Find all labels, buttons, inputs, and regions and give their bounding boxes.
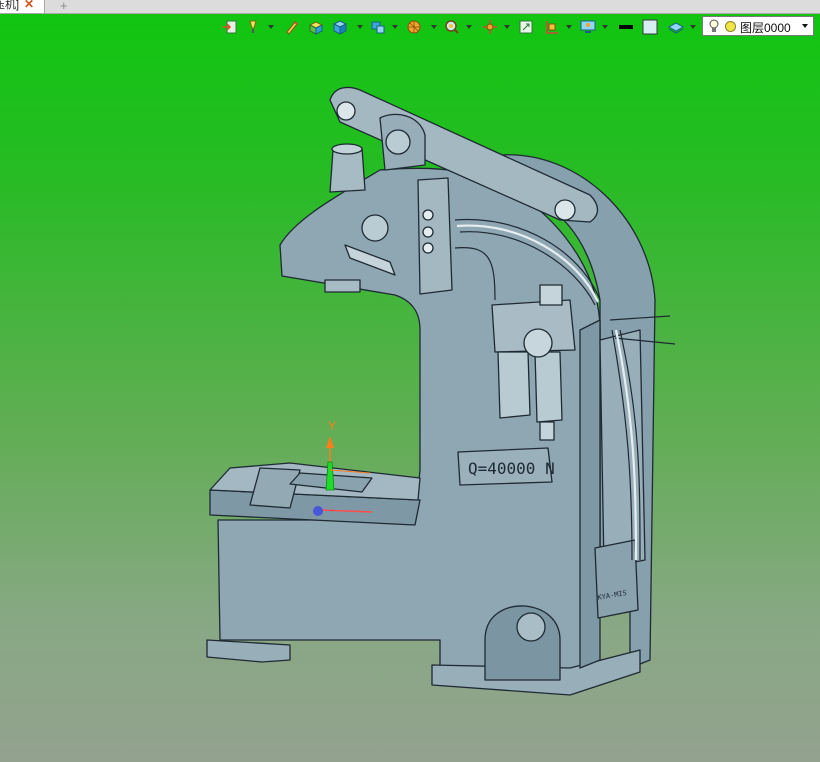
fill-color-icon [642,19,658,35]
chevron-down-icon [268,25,274,29]
multi-view-icon [371,21,385,34]
layer-select[interactable]: 图层0000 [702,16,814,36]
pencil-button[interactable] [282,16,304,38]
chevron-down-icon[interactable] [802,24,808,28]
bulb-icon [709,19,719,32]
highlight-button[interactable] [244,16,274,38]
cube-view-icon [332,20,348,35]
shaded-edges-button[interactable] [306,16,328,38]
line-color-icon [619,25,633,29]
section-button[interactable] [542,16,572,38]
import-button[interactable] [220,16,242,38]
y-axis-label: Y [328,419,336,433]
shaded-edges-icon [308,21,324,35]
pan-button[interactable] [480,16,510,38]
multi-view-button[interactable] [368,16,398,38]
display-button[interactable] [578,16,608,38]
layer-manager-icon [668,22,684,34]
zoom-extents-button[interactable] [516,16,538,38]
chevron-down-icon [602,25,608,29]
display-icon [580,20,596,33]
current-layer-label: 图层0000 [740,21,791,35]
render-mode-icon [407,20,421,34]
zoom-button[interactable] [442,16,472,38]
nameplate-text: Q=40000 N [468,459,555,478]
chevron-down-icon [504,25,510,29]
chevron-down-icon [690,25,696,29]
highlight-icon [249,20,257,33]
chevron-down-icon [431,25,437,29]
chevron-down-icon [566,25,572,29]
zoom-icon [445,20,459,34]
press-machine-model[interactable]: Q=40000 N KYA-MIS Y [0,0,820,762]
layer-manager-button[interactable] [666,16,696,38]
yellow-ball-icon [725,21,736,32]
fill-color-button[interactable] [640,16,662,38]
cube-view-button[interactable] [330,16,363,38]
section-icon [546,21,558,34]
chevron-down-icon [357,25,363,29]
zoom-extents-icon [519,20,533,34]
chevron-down-icon [466,25,472,29]
chevron-down-icon [392,25,398,29]
pan-icon [483,20,497,34]
pencil-icon [286,21,298,35]
render-mode-button[interactable] [404,16,437,38]
import-icon [223,20,237,34]
line-color-button[interactable] [616,16,638,38]
